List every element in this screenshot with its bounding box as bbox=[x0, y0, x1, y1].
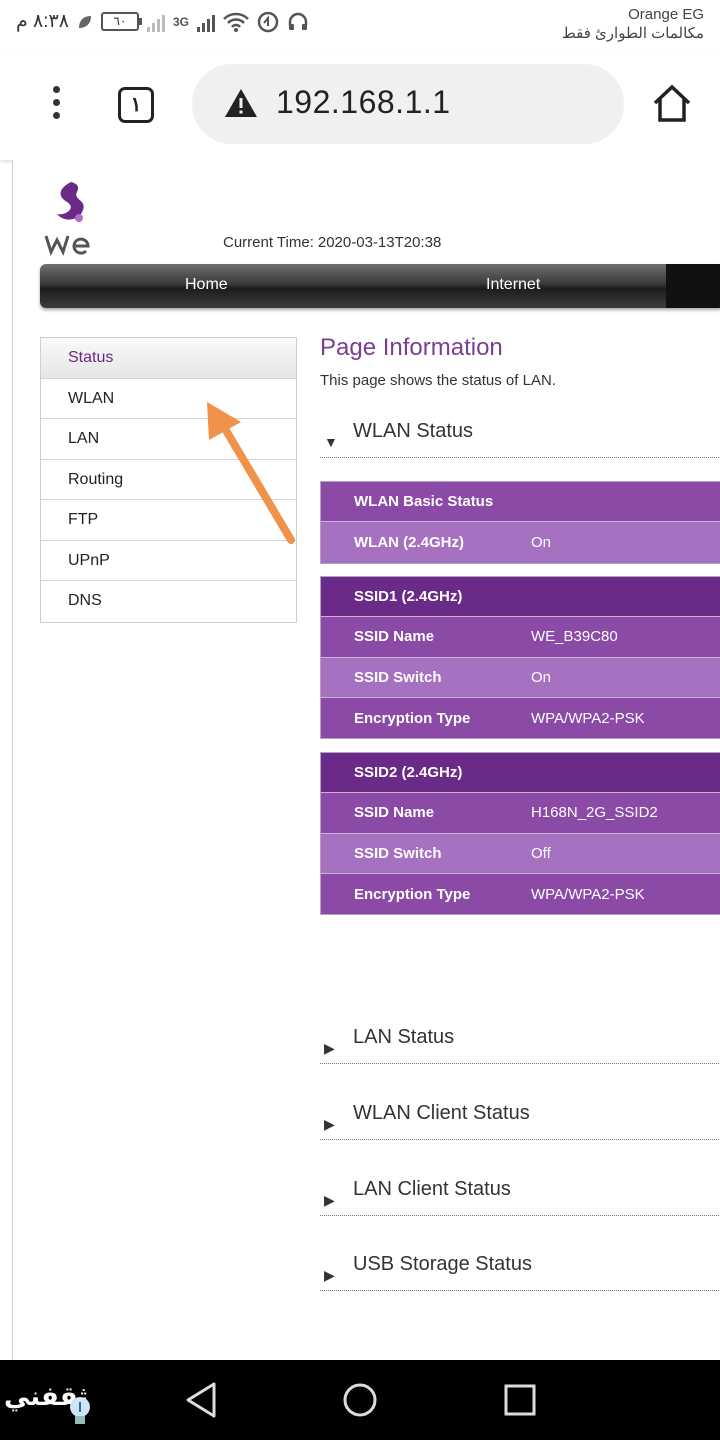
recents-square-icon[interactable] bbox=[504, 1382, 536, 1418]
nav-internet[interactable]: Internet bbox=[486, 276, 540, 294]
collapsed-triangle-icon: ▶ bbox=[324, 1267, 335, 1283]
url-text[interactable]: 192.168.1.1 bbox=[276, 84, 451, 121]
section-wlan-client-status[interactable]: ▶ WLAN Client Status bbox=[320, 1102, 720, 1140]
collapsed-triangle-icon: ▶ bbox=[324, 1192, 335, 1208]
table-row: WLAN (2.4GHz) On bbox=[321, 522, 720, 563]
warning-icon[interactable] bbox=[224, 88, 258, 118]
collapsed-triangle-icon: ▶ bbox=[324, 1040, 335, 1056]
carrier-info: Orange EG مكالمات الطوارئ فقط bbox=[562, 5, 704, 43]
status-bar: ٨:٣٨ م ٦٠ 3G Orange EG مكالمات الطوارئ ف… bbox=[0, 0, 720, 52]
status-icons: ٨:٣٨ م ٦٠ 3G bbox=[16, 10, 309, 33]
table-header: WLAN Basic Status bbox=[321, 482, 720, 523]
side-item-dns[interactable]: DNS bbox=[41, 581, 296, 622]
we-logo bbox=[44, 182, 90, 256]
nav-next-item[interactable] bbox=[666, 264, 720, 308]
page-description: This page shows the status of LAN. bbox=[320, 372, 556, 389]
table-row: SSID Switch On bbox=[321, 657, 720, 698]
wlan-basic-status-table: WLAN Basic Status WLAN (2.4GHz) On bbox=[320, 481, 720, 564]
top-navigation: Home Internet bbox=[40, 264, 720, 308]
carrier-name: Orange EG bbox=[628, 6, 704, 23]
signal-icon-sim2 bbox=[196, 12, 215, 32]
lightbulb-icon bbox=[70, 1397, 90, 1424]
expanded-triangle-icon: ▼ bbox=[324, 434, 338, 450]
wifi-icon bbox=[223, 12, 249, 32]
address-bar[interactable]: 192.168.1.1 bbox=[192, 64, 624, 144]
tab-switcher-button[interactable]: ١ bbox=[118, 87, 154, 123]
data-saver-icon bbox=[257, 11, 279, 32]
router-web-page: Current Time: 2020-03-13T20:38 Home Inter… bbox=[12, 160, 720, 1360]
back-icon[interactable] bbox=[184, 1382, 218, 1418]
browser-toolbar: ١ 192.168.1.1 bbox=[0, 52, 720, 160]
table-row: Encryption Type WPA/WPA2-PSK bbox=[321, 873, 720, 915]
table-row: Encryption Type WPA/WPA2-PSK bbox=[321, 697, 720, 739]
nav-home[interactable]: Home bbox=[185, 276, 228, 294]
section-lan-client-status[interactable]: ▶ LAN Client Status bbox=[320, 1178, 720, 1216]
home-icon[interactable] bbox=[652, 84, 692, 124]
ssid2-status-table: SSID2 (2.4GHz) SSID Name H168N_2G_SSID2 S… bbox=[320, 752, 720, 916]
battery-icon: ٦٠ bbox=[100, 12, 142, 31]
home-circle-icon[interactable] bbox=[342, 1382, 378, 1418]
page-title: Page Information bbox=[320, 334, 503, 361]
table-header: SSID1 (2.4GHz) bbox=[321, 577, 720, 618]
section-usb-storage-status[interactable]: ▶ USB Storage Status bbox=[320, 1253, 720, 1291]
table-row: SSID Switch Off bbox=[321, 833, 720, 874]
system-navigation-bar: ثقفني bbox=[0, 1360, 720, 1440]
overflow-menu-icon[interactable] bbox=[46, 86, 66, 126]
carrier-note: مكالمات الطوارئ فقط bbox=[561, 25, 704, 42]
signal-icon-sim1 bbox=[146, 12, 165, 32]
main-content: Page Information This page shows the sta… bbox=[320, 334, 720, 1291]
headset-icon bbox=[288, 12, 308, 30]
table-row: SSID Name WE_B39C80 bbox=[321, 617, 720, 658]
side-item-status[interactable]: Status bbox=[41, 338, 296, 379]
network-type-label: 3G bbox=[172, 14, 189, 29]
section-wlan-status[interactable]: ▼ WLAN Status bbox=[320, 420, 720, 458]
section-lan-status[interactable]: ▶ LAN Status bbox=[320, 1026, 720, 1064]
clock: ٨:٣٨ م bbox=[16, 11, 69, 32]
table-row: SSID Name H168N_2G_SSID2 bbox=[321, 793, 720, 834]
ssid1-status-table: SSID1 (2.4GHz) SSID Name WE_B39C80 SSID S… bbox=[320, 576, 720, 740]
annotation-arrow-icon bbox=[207, 402, 295, 544]
leaf-icon bbox=[78, 15, 91, 28]
collapsed-triangle-icon: ▶ bbox=[324, 1116, 335, 1132]
current-time: Current Time: 2020-03-13T20:38 bbox=[223, 234, 442, 251]
table-header: SSID2 (2.4GHz) bbox=[321, 753, 720, 794]
